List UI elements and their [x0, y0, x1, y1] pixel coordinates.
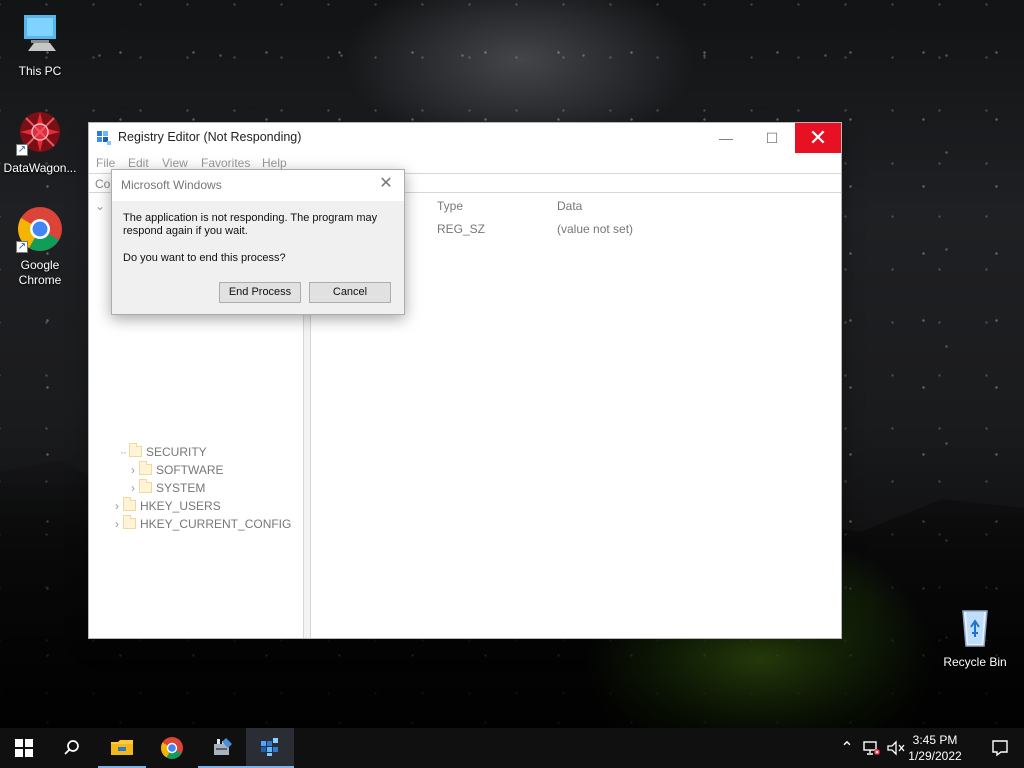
close-button[interactable]: ✕ [795, 123, 841, 153]
desktop-icon-label: Google Chrome [18, 258, 62, 287]
type-column-header[interactable]: Type [437, 194, 463, 218]
notification-button[interactable] [991, 739, 1009, 757]
address-text: Co [95, 177, 111, 191]
data-column-header[interactable]: Data [557, 194, 582, 218]
system-clock[interactable]: 3:45 PM 1/29/2022 [903, 732, 967, 764]
show-hidden-icons-button[interactable]: ⌃ [838, 728, 856, 768]
taskbar: ⌃ 3:45 PM 1/29/2022 [0, 728, 1024, 768]
end-process-button[interactable]: End Process [219, 282, 301, 303]
registry-editor-taskbar-button[interactable] [246, 728, 294, 768]
tree-item-label: SOFTWARE [156, 463, 224, 477]
dialog-body: The application is not responding. The p… [112, 201, 404, 314]
server-manager-taskbar-button[interactable] [198, 728, 246, 768]
folder-icon [129, 443, 142, 457]
value-type: REG_SZ [437, 222, 486, 236]
tree-item-hkey-users[interactable]: › HKEY_USERS [111, 497, 221, 515]
menu-favorites[interactable]: Favorites [201, 156, 250, 170]
dialog-close-button[interactable]: ✕ [377, 175, 395, 193]
chevron-right-icon: › [131, 463, 135, 477]
notification-icon [992, 740, 1008, 757]
shortcut-arrow-icon: ↗ [16, 241, 28, 253]
value-data: (value not set) [557, 222, 634, 236]
clock-time: 3:45 PM [912, 733, 958, 747]
dialog-titlebar[interactable]: Microsoft Windows ✕ [112, 170, 404, 200]
folder-icon [123, 497, 136, 511]
menu-help[interactable]: Help [262, 156, 287, 170]
start-button[interactable] [0, 728, 48, 768]
maximize-button[interactable]: ☐ [749, 123, 795, 153]
menu-view[interactable]: View [162, 156, 188, 170]
tree-connector: ·· [120, 445, 127, 459]
menu-file[interactable]: File [96, 156, 115, 170]
file-explorer-icon [111, 740, 133, 755]
tree-item-hkey-current-config[interactable]: › HKEY_CURRENT_CONFIG [111, 515, 291, 533]
chrome-taskbar-button[interactable] [148, 728, 196, 768]
not-responding-dialog[interactable]: Microsoft Windows ✕ The application is n… [111, 169, 405, 315]
dialog-message: The application is not responding. The p… [123, 212, 378, 237]
datawagon-icon: ↗ [16, 108, 64, 156]
chevron-right-icon: › [131, 481, 135, 495]
chevron-right-icon: › [115, 499, 119, 513]
tree-item-label: HKEY_USERS [140, 499, 221, 513]
dialog-question: Do you want to end this process? [123, 252, 286, 264]
dialog-title: Microsoft Windows [121, 178, 222, 192]
cancel-button[interactable]: Cancel [309, 282, 391, 303]
desktop-icon-recycle-bin[interactable]: Recycle Bin [935, 602, 1015, 670]
network-icon [863, 741, 880, 755]
search-button[interactable] [48, 728, 96, 768]
chevron-right-icon: › [115, 517, 119, 531]
desktop-icon-this-pc[interactable]: This PC [0, 11, 80, 79]
start-icon [15, 739, 33, 757]
chrome-icon [161, 737, 183, 759]
computer-icon [16, 11, 64, 59]
menu-edit[interactable]: Edit [128, 156, 149, 170]
folder-icon [123, 515, 136, 529]
server-manager-icon [214, 738, 232, 755]
shortcut-arrow-icon: ↗ [16, 144, 28, 156]
desktop-icon-label: DataWagon... [3, 161, 77, 175]
tree-item-label: SECURITY [146, 445, 207, 459]
folder-icon [139, 479, 152, 493]
desktop-icon-datawagon[interactable]: ↗ DataWagon... [0, 108, 80, 176]
chevron-down-icon: ⌄ [94, 199, 106, 213]
tree-item-software[interactable]: › SOFTWARE [127, 461, 224, 479]
tree-item-system[interactable]: › SYSTEM [127, 479, 205, 497]
registry-editor-icon [97, 131, 111, 145]
desktop-icon-label: Recycle Bin [943, 655, 1007, 669]
chrome-icon: ↗ [16, 205, 64, 253]
recycle-bin-icon [951, 602, 999, 650]
tree-item-security[interactable]: ·· SECURITY [120, 443, 207, 461]
clock-date: 1/29/2022 [908, 749, 962, 763]
tree-item-label: HKEY_CURRENT_CONFIG [140, 517, 292, 531]
search-icon [64, 740, 79, 755]
file-explorer-taskbar-button[interactable] [98, 728, 146, 768]
chevron-up-icon: ⌃ [840, 740, 854, 757]
folder-icon [139, 461, 152, 475]
minimize-button[interactable]: — [703, 123, 749, 153]
desktop-icon-label: This PC [18, 64, 62, 78]
registry-editor-titlebar[interactable]: Registry Editor (Not Responding) — ☐ ✕ [89, 123, 841, 153]
tree-item-label: SYSTEM [156, 481, 206, 495]
window-title: Registry Editor (Not Responding) [118, 130, 302, 144]
registry-editor-icon [261, 738, 278, 756]
tree-root-expander[interactable]: ⌄ [94, 197, 106, 215]
network-status-button[interactable] [860, 728, 882, 768]
desktop-icon-google-chrome[interactable]: ↗ Google Chrome [0, 205, 80, 288]
